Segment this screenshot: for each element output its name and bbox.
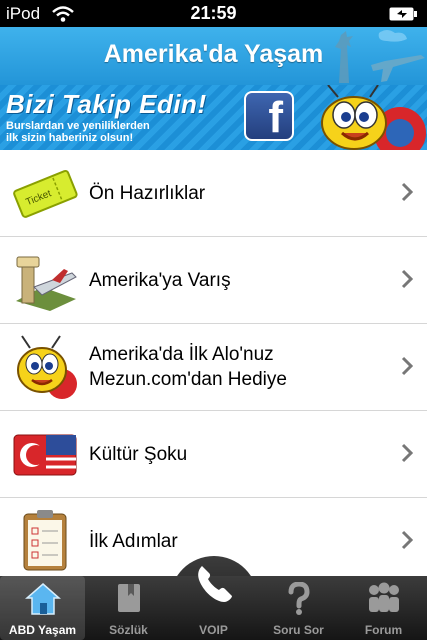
list-item-label: Kültür Şoku [89,443,188,465]
nav-bar: Amerika'da Yaşam [0,27,427,85]
bee-mascot-icon [321,85,426,150]
banner-subtitle: Burslardan ve yeniliklerden ilk sizin ha… [6,120,150,144]
follow-us-banner[interactable]: Bizi Takip Edin! Burslardan ve yenilikle… [0,85,427,150]
tab-voip[interactable]: VOIP [171,566,256,640]
list-item-label: Ön Hazırlıklar [89,182,206,204]
tab-label: Soru Sor [273,623,324,637]
facebook-icon[interactable]: f [244,91,294,142]
phone-icon [197,566,232,602]
tab-label: Forum [364,623,403,637]
list-item-amerikaya-varis[interactable]: Amerika'ya Varış [0,237,427,324]
tab-bar: ABD Yaşam Sözlük VOIP Soru Sor Forum [0,566,427,640]
status-bar: iPod 21:59 [0,0,427,27]
list-item-ilk-alo[interactable]: Amerika'da İlk Alo'nuz Mezun.com'dan Hed… [0,324,427,411]
forum-icon [368,582,399,612]
tab-label: VOIP [199,623,228,637]
list-item-label: Amerika'ya Varış [89,269,231,291]
home-icon [24,583,61,615]
banner-headline: Bizi Takip Edin! [6,89,207,119]
chevron-right-icon [401,530,413,550]
question-icon [288,582,310,615]
list-item-kultur-soku[interactable]: Kültür Şoku [0,411,427,498]
tab-sozluk[interactable]: Sözlük [86,576,171,640]
airport-icon [16,256,77,311]
page-title: Amerika'da Yaşam [103,40,324,68]
tab-label: Sözlük [109,623,148,637]
chevron-right-icon [401,356,413,376]
flag-icon [13,434,77,476]
chevron-right-icon [401,269,413,289]
bee-mascot-icon [17,335,77,399]
dictionary-icon [117,584,140,612]
clock: 21:59 [190,3,237,23]
list-item-on-hazirliklar[interactable]: Ticket Ön Hazırlıklar [0,150,427,237]
tab-soru-sor[interactable]: Soru Sor [256,576,341,640]
chevron-right-icon [401,182,413,202]
battery-icon [389,7,417,21]
ticket-icon: Ticket [13,169,78,218]
tab-forum[interactable]: Forum [341,576,426,640]
clipboard-icon [23,510,67,571]
chevron-right-icon [401,443,413,463]
list-item-label: Amerika'da İlk Alo'nuz Mezun.com'dan Hed… [89,344,287,390]
menu-list: Ticket Ön Hazırlıklar Amerika'ya Varış A… [0,150,427,585]
tab-label: ABD Yaşam [8,623,77,637]
tab-abd-yasam[interactable]: ABD Yaşam [0,576,85,640]
